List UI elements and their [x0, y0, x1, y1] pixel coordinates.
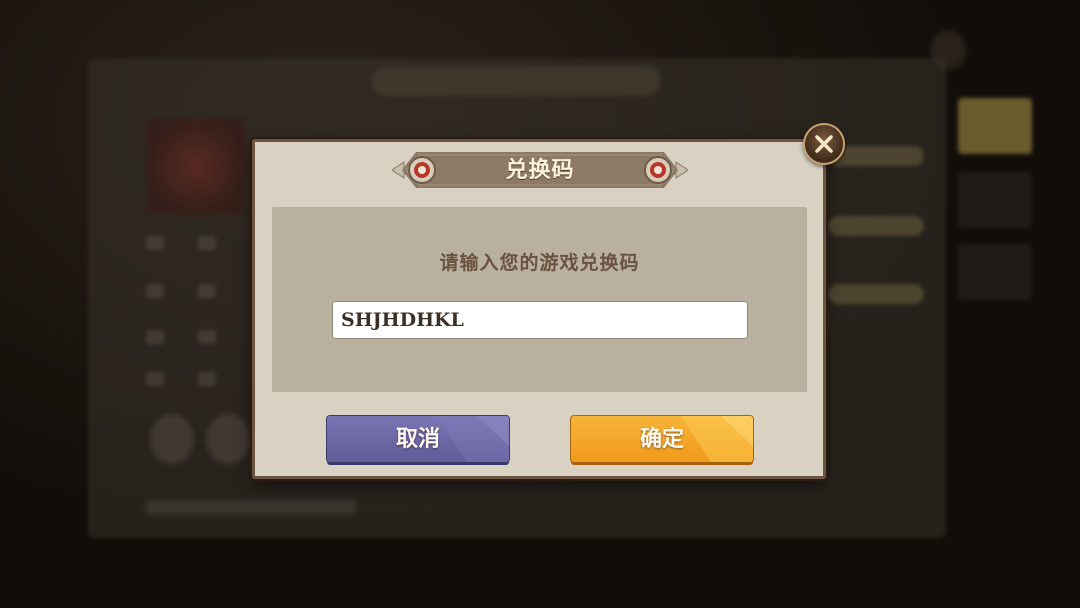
- dialog-title: 兑换码: [505, 157, 575, 183]
- close-button[interactable]: [803, 123, 845, 165]
- cancel-button-label: 取消: [395, 426, 440, 451]
- redeem-code-input[interactable]: [332, 301, 748, 339]
- input-prompt: 请输入您的游戏兑换码: [439, 252, 640, 274]
- cancel-button[interactable]: 取消: [327, 416, 509, 462]
- confirm-button[interactable]: 确定: [571, 416, 753, 462]
- dialog-content-area: [272, 207, 807, 392]
- confirm-button-label: 确定: [639, 426, 684, 451]
- close-x-icon: [815, 135, 833, 153]
